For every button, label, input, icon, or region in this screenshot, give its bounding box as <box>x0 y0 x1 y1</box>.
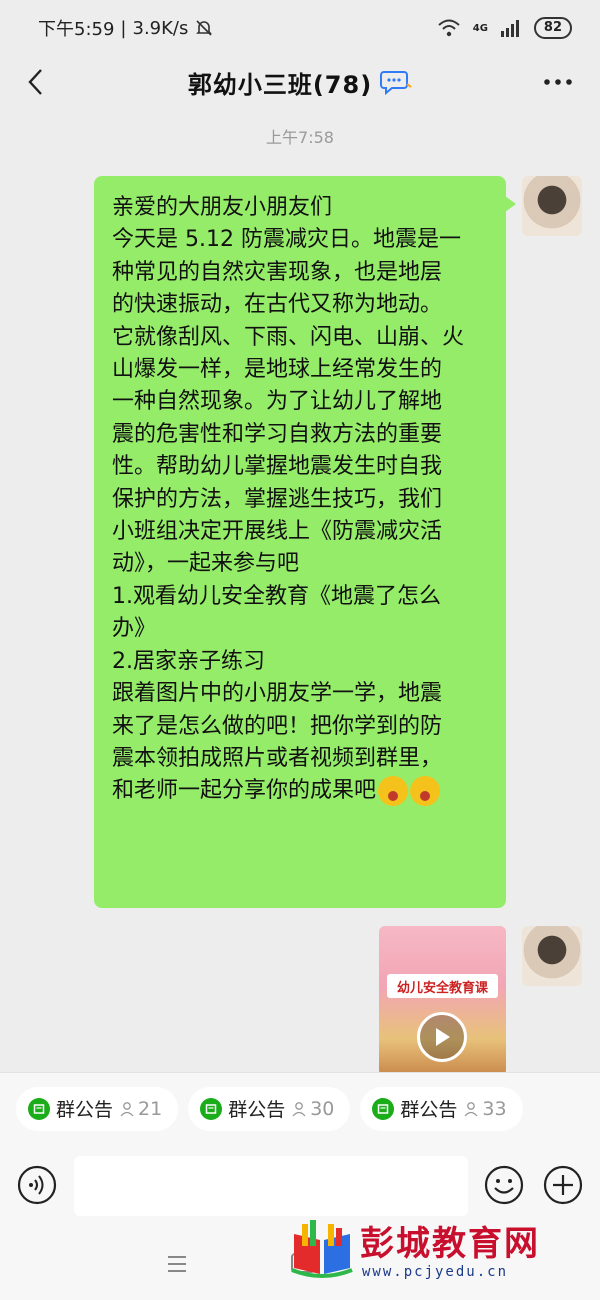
video-message[interactable]: 幼儿安全教育课 <box>379 926 506 1076</box>
message-line: 种常见的自然灾害现象，也是地层 <box>112 259 443 285</box>
notice-count: 33 <box>463 1097 507 1120</box>
status-time: 下午5:59 <box>38 19 115 40</box>
message-line: 性。帮助幼儿掌握地震发生时自我 <box>112 454 443 480</box>
message-line: 办》 <box>112 616 157 642</box>
play-icon <box>436 1028 450 1046</box>
notice-label: 群公告 <box>400 1099 458 1121</box>
notice-count: 21 <box>119 1098 162 1120</box>
avatar[interactable] <box>522 926 582 986</box>
notice-icon <box>372 1097 395 1120</box>
message-input[interactable] <box>74 1156 468 1216</box>
play-button[interactable] <box>417 1012 467 1062</box>
notice-chip[interactable]: 群公告 21 <box>16 1086 179 1131</box>
chevron-left-icon <box>28 69 42 95</box>
person-icon <box>464 1101 478 1116</box>
message-line: 亲爱的大朋友小朋友们 <box>112 195 333 220</box>
notice-icon <box>28 1097 50 1120</box>
message-line: 保护的方法，掌握逃生技巧，我们 <box>112 486 443 512</box>
watermark-name: 彭城教育网 <box>360 1224 540 1264</box>
voice-button[interactable] <box>16 1164 58 1206</box>
notice-icon <box>200 1097 223 1120</box>
back-button[interactable] <box>18 64 54 100</box>
message-bubble[interactable]: 亲爱的大朋友小朋友们 今天是 5.12 防震减灾日。地震是一 种常见的自然灾害现… <box>94 176 516 908</box>
title-bar: 郭幼小三班(78) <box>0 56 600 108</box>
person-icon <box>120 1101 134 1116</box>
title-wrap: 郭幼小三班(78) <box>188 65 412 100</box>
message-line: 动》，一起来参与吧 <box>112 551 300 577</box>
book-logo-icon <box>291 1220 353 1278</box>
chat-title: 郭幼小三班(78) <box>187 70 373 99</box>
message-line: 它就像刮风、下雨、闪电、山崩、火 <box>112 324 465 350</box>
message-line: 一种自然现象。为了让幼儿了解地 <box>112 389 443 415</box>
message-line: 震本领拍成照片或者视频到群里， <box>112 745 443 771</box>
person-icon <box>292 1101 306 1116</box>
notice-label: 群公告 <box>228 1099 286 1121</box>
message-line-text: 和老师一起分享你的成果吧 <box>112 778 377 804</box>
notice-count-value: 30 <box>310 1097 335 1120</box>
status-right: 4G 82 <box>437 17 572 39</box>
status-speed: 3.9K/s <box>132 17 189 39</box>
message-line: 山爆发一样，是地球上经常发生的 <box>112 357 443 383</box>
message-line: 的快速振动，在古代又称为地动。 <box>112 292 443 318</box>
more-dots-icon <box>544 79 572 85</box>
watermark-url: www.pcjyedu.cn <box>362 1264 509 1280</box>
network-label: 4G <box>472 22 488 34</box>
mute-bell-icon <box>196 20 213 36</box>
plus-circle-icon <box>543 1165 583 1205</box>
message-timestamp: 上午7:58 <box>266 128 334 147</box>
tongue-emoji-icon <box>410 776 441 807</box>
notice-chips-row: 群公告 21 群公告 30 群公告 33 <box>0 1072 600 1144</box>
tongue-emoji-icon <box>378 776 409 807</box>
message-line: 2.居家亲子练习 <box>112 648 265 674</box>
message-line: 跟着图片中的小朋友学一学，地震 <box>112 681 443 707</box>
message-line: 小班组决定开展线上《防震减灾活 <box>112 519 443 545</box>
message-line: 来了是怎么做的吧！把你学到的防 <box>112 713 443 739</box>
message-line: 今天是 5.12 防震减灾日。地震是一 <box>112 227 461 253</box>
message-line-last: 和老师一起分享你的成果吧 <box>112 775 492 807</box>
status-left: 下午5:59 | 3.9K/s <box>38 15 214 41</box>
more-button[interactable] <box>538 64 578 100</box>
message-line: 1.观看幼儿安全教育《地震了怎么 <box>112 583 441 609</box>
group-chat-bubble-icon <box>380 71 412 96</box>
notice-chip[interactable]: 群公告 33 <box>360 1086 523 1131</box>
notice-count-value: 33 <box>482 1097 507 1120</box>
message-line: 震的危害性和学习自救方法的重要 <box>112 421 443 447</box>
watermark-logo: 彭城教育网 www.pcjyedu.cn <box>290 1216 580 1288</box>
voice-icon <box>17 1165 57 1205</box>
menu-icon[interactable] <box>166 1254 188 1274</box>
signal-icon <box>500 20 519 37</box>
status-bar: 下午5:59 | 3.9K/s 4G 82 <box>0 0 600 56</box>
wifi-icon <box>438 19 460 37</box>
battery-indicator: 82 <box>533 17 572 39</box>
status-divider: | <box>120 17 127 39</box>
smiley-icon <box>484 1165 524 1205</box>
video-title: 幼儿安全教育课 <box>387 974 498 998</box>
notice-label: 群公告 <box>56 1099 114 1121</box>
notice-count: 30 <box>291 1098 334 1120</box>
emoji-button[interactable] <box>483 1164 525 1206</box>
avatar[interactable] <box>522 176 582 236</box>
more-functions-button[interactable] <box>542 1164 584 1206</box>
notice-chip[interactable]: 群公告 30 <box>188 1086 351 1131</box>
notice-count-value: 21 <box>138 1097 163 1120</box>
